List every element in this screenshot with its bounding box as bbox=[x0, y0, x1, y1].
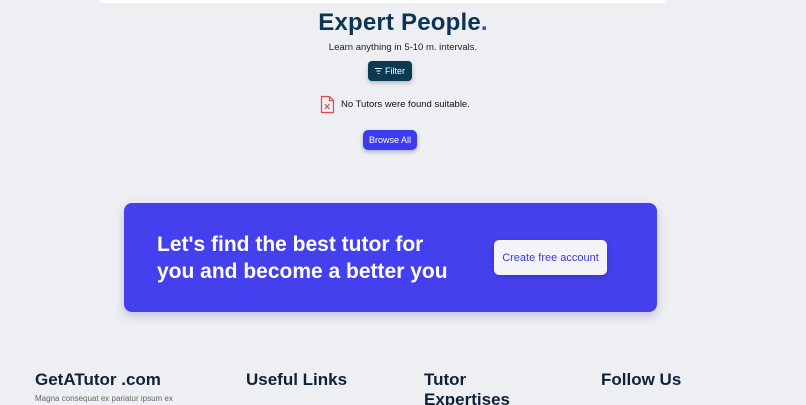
page-title-text: Expert People bbox=[318, 9, 481, 36]
empty-state-message: No Tutors were found suitable. bbox=[341, 98, 470, 110]
page-subtitle: Learn anything in 5-10 m. intervals. bbox=[328, 42, 478, 53]
footer-brand[interactable]: GetATutor .com bbox=[35, 370, 173, 390]
create-account-button[interactable]: Create free account bbox=[494, 240, 607, 275]
hero-section: Expert People. Learn anything in 5-10 m.… bbox=[0, 8, 806, 53]
page-title-dot: . bbox=[480, 9, 488, 36]
footer-useful-links-column: Useful Links bbox=[246, 370, 347, 390]
browse-all-button[interactable]: Browse All bbox=[363, 130, 417, 150]
cta-heading-line-1: Let's find the best tutor for bbox=[157, 233, 424, 256]
footer-tutor-expertises-heading: Tutor Expertises bbox=[424, 370, 510, 405]
cta-banner: Let's find the best tutor for you and be… bbox=[124, 203, 657, 312]
filter-button[interactable]: Filter bbox=[368, 61, 412, 81]
footer-tutor-expertises-column: Tutor Expertises bbox=[424, 370, 510, 405]
footer-tutor-line-2: Expertises bbox=[424, 390, 510, 405]
page-title: Expert People. bbox=[0, 8, 806, 38]
footer-brand-column: GetATutor .com Magna consequat ex pariat… bbox=[35, 370, 173, 403]
footer-follow-us-heading: Follow Us bbox=[601, 370, 682, 389]
footer-tutor-line-1: Tutor bbox=[424, 370, 467, 389]
filter-icon bbox=[375, 68, 382, 74]
footer-useful-links-heading: Useful Links bbox=[246, 370, 348, 389]
file-x-icon bbox=[320, 95, 335, 113]
filter-button-label: Filter bbox=[385, 66, 405, 76]
footer-brand-text: Magna consequat ex pariatur ipsum ex bbox=[35, 394, 173, 403]
empty-state: No Tutors were found suitable. bbox=[320, 94, 470, 114]
top-strip bbox=[100, 0, 666, 3]
cta-heading: Let's find the best tutor for you and be… bbox=[157, 231, 477, 285]
cta-heading-line-2: you and become a better you bbox=[157, 260, 448, 283]
footer-follow-us-column: Follow Us bbox=[601, 370, 681, 390]
